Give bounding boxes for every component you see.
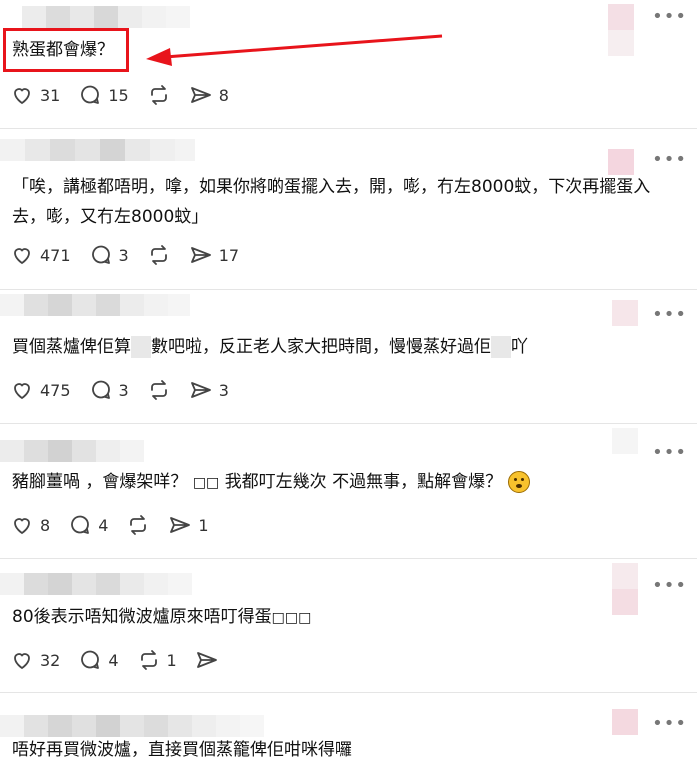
blurred-username — [0, 440, 144, 462]
repost-icon — [150, 245, 167, 265]
send-icon — [170, 517, 191, 533]
action-bar: 32 4 1 — [10, 648, 237, 672]
like-count: 32 — [40, 650, 61, 670]
repost-icon — [130, 515, 147, 535]
share-count: 3 — [218, 380, 229, 400]
like-button[interactable]: 31 — [10, 83, 60, 107]
like-button[interactable]: 8 — [10, 513, 50, 537]
share-button[interactable]: 1 — [168, 513, 209, 537]
action-bar: 31 15 8 — [10, 83, 247, 107]
like-button[interactable]: 471 — [10, 243, 71, 267]
post-text-part: 我都叮左幾次 不過無事，點解會爆？ — [224, 472, 503, 492]
post-text-part: 吖 — [511, 337, 528, 357]
send-icon — [190, 247, 211, 263]
heart-icon — [14, 518, 30, 535]
post-text: 80後表示唔知微波爐原來唔叮得蛋□□□ — [12, 602, 673, 633]
reply-count: 4 — [98, 515, 109, 535]
repost-button[interactable] — [126, 513, 150, 537]
reply-count: 3 — [118, 380, 129, 400]
post-text: 「唉，講極都唔明，嗱，如果你將啲蛋擺入去，開，嘭，冇左8000蚊，下次再擺蛋入去… — [12, 177, 651, 227]
repost-icon — [140, 650, 157, 670]
blurred-username — [0, 573, 192, 595]
comment-icon — [91, 380, 110, 399]
post-text-part: 買個蒸爐俾佢算 — [12, 337, 131, 357]
comment-icon — [91, 245, 110, 264]
like-count: 475 — [40, 380, 71, 400]
like-count: 471 — [40, 245, 71, 265]
heart-icon — [14, 383, 30, 400]
like-count: 31 — [40, 85, 61, 105]
reply-button[interactable]: 4 — [78, 648, 119, 672]
heart-icon — [14, 653, 30, 670]
comment-icon — [71, 515, 90, 534]
reply-count: 3 — [118, 245, 129, 265]
highlight-box — [3, 28, 129, 72]
unsupported-glyphs: □□□ — [271, 610, 312, 626]
action-bar: 8 4 1 — [10, 513, 227, 537]
post-1: ••• 「唉，講極都唔明，嗱，如果你將啲蛋擺入去，開，嘭，冇左8000蚊，下次再… — [0, 129, 697, 289]
send-icon — [190, 382, 211, 398]
repost-button[interactable]: 1 — [137, 648, 177, 672]
post-text: 唔好再買微波爐，直接買個蒸籠俾佢咁咪得囉 — [12, 740, 352, 760]
more-dots-icon[interactable]: ••• — [652, 306, 687, 324]
censored-block — [131, 336, 151, 358]
heart-icon — [14, 88, 30, 105]
unsupported-glyphs: □□ — [192, 475, 220, 491]
more-dots-icon[interactable]: ••• — [652, 444, 687, 462]
share-button[interactable] — [195, 648, 219, 672]
blurred-avatar — [612, 300, 638, 326]
repost-icon — [150, 380, 167, 400]
send-icon — [190, 87, 211, 103]
reply-button[interactable]: 3 — [89, 243, 129, 267]
share-button[interactable]: 8 — [189, 83, 229, 107]
blurred-username — [0, 715, 264, 737]
share-count: 8 — [218, 85, 229, 105]
blurred-username — [22, 6, 190, 28]
post-text-part: 豬腳薑喎 ，會爆架咩？ — [12, 472, 188, 492]
post-text-part: 數吧啦，反正老人家大把時間，慢慢蒸好過佢 — [151, 337, 491, 357]
reply-count: 4 — [108, 650, 119, 670]
share-count: 1 — [198, 515, 209, 535]
like-button[interactable]: 32 — [10, 648, 60, 672]
post-5: ••• 唔好再買微波爐，直接買個蒸籠俾佢咁咪得囉 — [0, 693, 697, 773]
more-dots-icon[interactable]: ••• — [652, 8, 687, 26]
blurred-avatar — [612, 428, 638, 454]
share-button[interactable]: 3 — [189, 378, 229, 402]
post-2: ••• 買個蒸爐俾佢算 數吧啦，反正老人家大把時間，慢慢蒸好過佢吖 475 3 3 — [0, 290, 697, 423]
comment-icon — [81, 85, 100, 104]
repost-button[interactable] — [147, 243, 171, 267]
censored-block — [491, 336, 511, 358]
more-dots-icon[interactable]: ••• — [652, 715, 687, 733]
comment-icon — [81, 650, 100, 669]
reply-count: 15 — [108, 85, 129, 105]
repost-button[interactable] — [147, 378, 171, 402]
reply-button[interactable]: 4 — [68, 513, 108, 537]
repost-icon — [150, 85, 167, 105]
post-text-part: 80後表示唔知微波爐原來唔叮得蛋 — [12, 607, 272, 627]
like-button[interactable]: 475 — [10, 378, 71, 402]
share-count: 17 — [218, 245, 240, 265]
action-bar: 475 3 3 — [10, 378, 247, 402]
action-bar: 471 3 17 — [10, 243, 257, 267]
more-dots-icon[interactable]: ••• — [652, 577, 687, 595]
share-button[interactable]: 17 — [189, 243, 239, 267]
like-count: 8 — [40, 515, 51, 535]
more-dots-icon[interactable]: ••• — [652, 151, 687, 169]
post-text: 豬腳薑喎 ，會爆架咩？ □□ 我都叮左幾次 不過無事，點解會爆？ — [12, 467, 673, 498]
reply-button[interactable]: 3 — [89, 378, 129, 402]
blurred-username — [0, 139, 195, 161]
repost-count: 1 — [166, 650, 177, 670]
post-text: 買個蒸爐俾佢算 數吧啦，反正老人家大把時間，慢慢蒸好過佢吖 — [12, 332, 673, 362]
blurred-avatar — [612, 709, 638, 735]
worried-face-emoji-icon — [507, 471, 530, 493]
blurred-username — [0, 294, 190, 316]
heart-icon — [14, 248, 30, 265]
send-icon — [196, 652, 217, 668]
post-3: ••• 豬腳薑喎 ，會爆架咩？ □□ 我都叮左幾次 不過無事，點解會爆？ 8 4… — [0, 424, 697, 558]
reply-button[interactable]: 15 — [78, 83, 129, 107]
repost-button[interactable] — [147, 83, 171, 107]
post-4: ••• 80後表示唔知微波爐原來唔叮得蛋□□□ 32 4 1 — [0, 559, 697, 692]
